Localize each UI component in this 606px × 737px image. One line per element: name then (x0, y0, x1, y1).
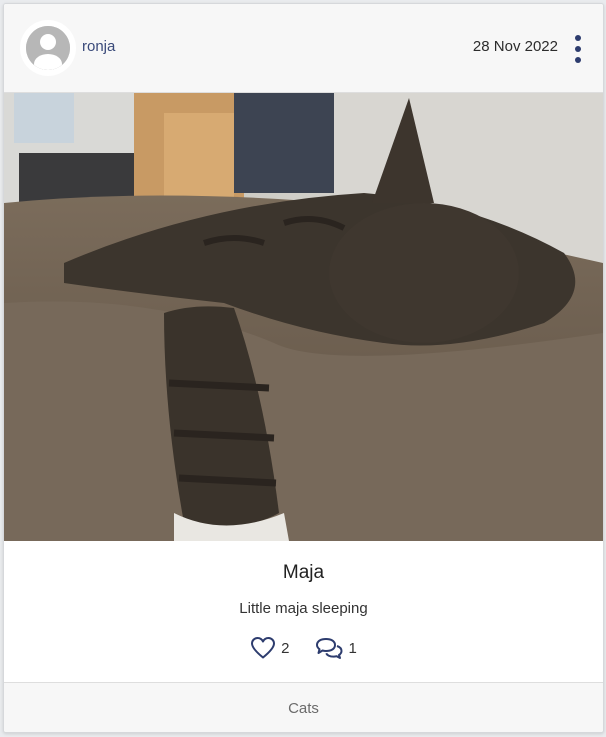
post-image (4, 93, 603, 541)
comments-icon (315, 638, 342, 659)
comments-button[interactable]: 1 (314, 636, 357, 660)
default-avatar-icon (26, 26, 70, 70)
author-username[interactable]: ronja (82, 38, 115, 55)
like-button[interactable]: 2 (250, 636, 290, 660)
post-card: ronja 28 Nov 2022 Maja Little maja sleep… (3, 3, 604, 733)
post-title: Maja (282, 562, 325, 583)
category-label[interactable]: Cats (288, 700, 319, 717)
heart-outline-icon (251, 637, 276, 659)
post-date: 28 Nov 2022 (472, 38, 558, 55)
like-count: 2 (281, 639, 290, 657)
more-vertical-icon[interactable] (571, 35, 585, 63)
post-description: Little maja sleeping (239, 600, 368, 617)
post-category-footer: Cats (4, 682, 603, 732)
avatar[interactable] (20, 20, 76, 76)
post-header: ronja 28 Nov 2022 (4, 4, 603, 93)
comment-count: 1 (348, 639, 357, 657)
post-stats: 2 1 (4, 636, 603, 660)
